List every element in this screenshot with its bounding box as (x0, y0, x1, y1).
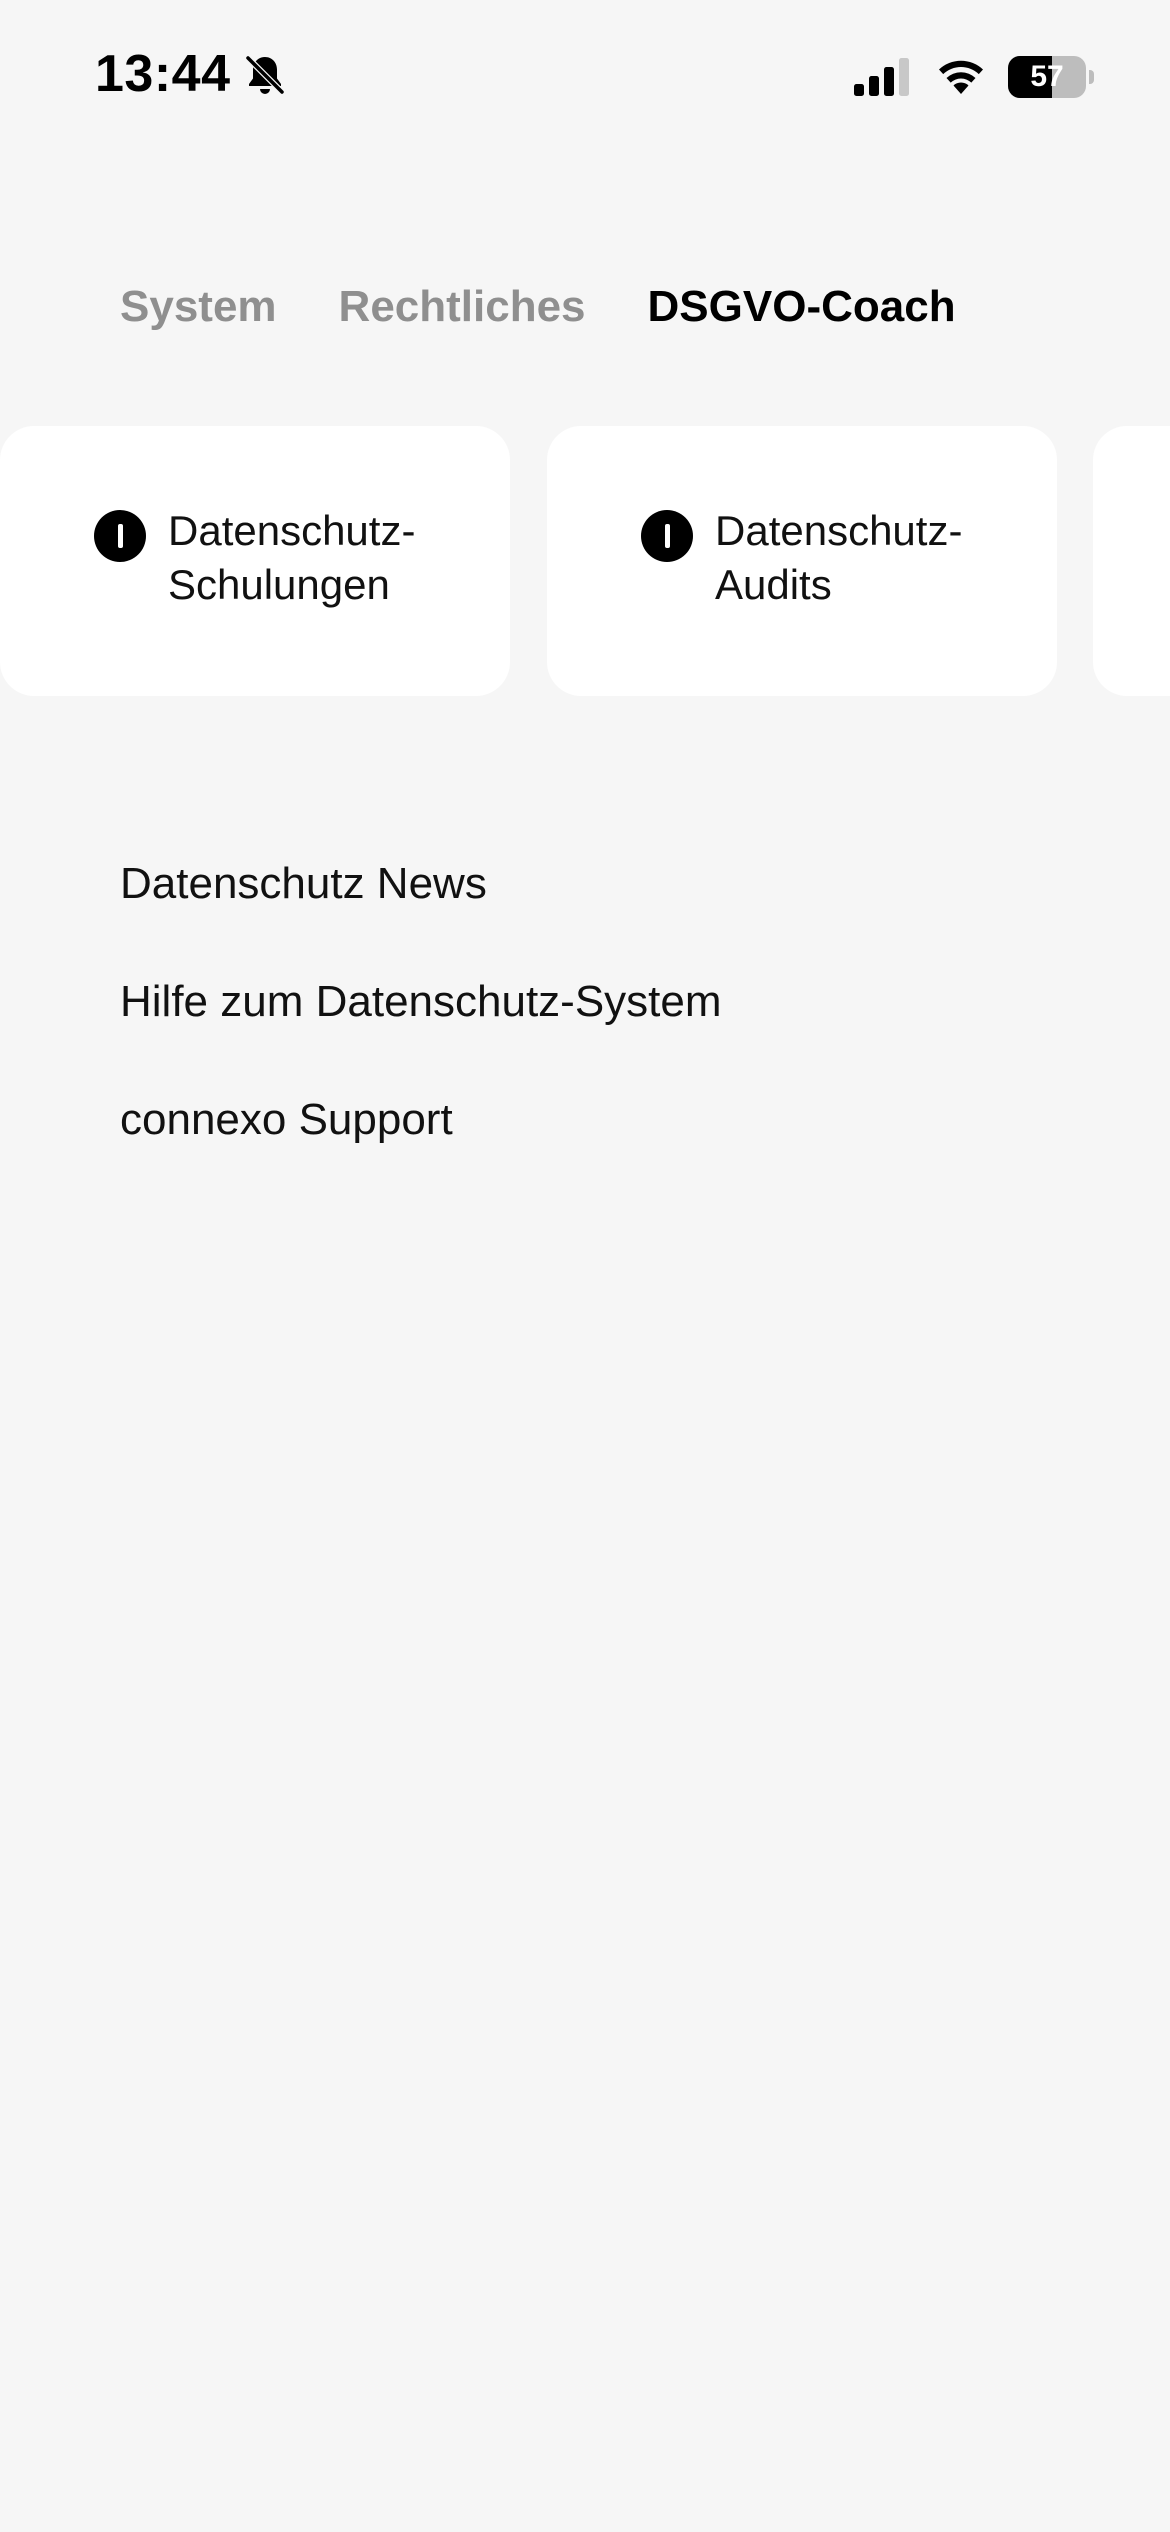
bell-slash-icon (245, 55, 285, 95)
battery-icon: 57 (1008, 56, 1094, 98)
status-time: 13:44 (95, 45, 231, 103)
tab-rechtliches[interactable]: Rechtliches (339, 282, 586, 332)
info-icon (641, 510, 693, 562)
link-connexo-support[interactable]: connexo Support (120, 1092, 722, 1210)
tab-bar: System Rechtliches DSGVO-Coach (120, 282, 956, 332)
link-hilfe-datenschutz-system[interactable]: Hilfe zum Datenschutz-System (120, 974, 722, 1092)
card-datenschutz-audits[interactable]: Datenschutz- Audits (547, 426, 1057, 696)
cellular-signal-icon (854, 58, 909, 96)
tab-dsgvo-coach[interactable]: DSGVO-Coach (648, 282, 956, 332)
card-partial[interactable] (1093, 426, 1170, 696)
card-label: Datenschutz- Audits (715, 507, 963, 608)
battery-level: 57 (1030, 60, 1064, 93)
link-list: Datenschutz News Hilfe zum Datenschutz-S… (120, 856, 722, 1210)
card-datenschutz-schulungen[interactable]: Datenschutz- Schulungen (0, 426, 510, 696)
info-icon (94, 510, 146, 562)
wifi-icon (939, 60, 983, 94)
status-bar: 13:44 57 (0, 0, 1170, 150)
card-carousel[interactable]: Datenschutz- Schulungen Datenschutz- Aud… (0, 426, 1170, 696)
tab-system[interactable]: System (120, 282, 277, 332)
card-label: Datenschutz- Schulungen (168, 507, 416, 608)
link-datenschutz-news[interactable]: Datenschutz News (120, 856, 722, 974)
